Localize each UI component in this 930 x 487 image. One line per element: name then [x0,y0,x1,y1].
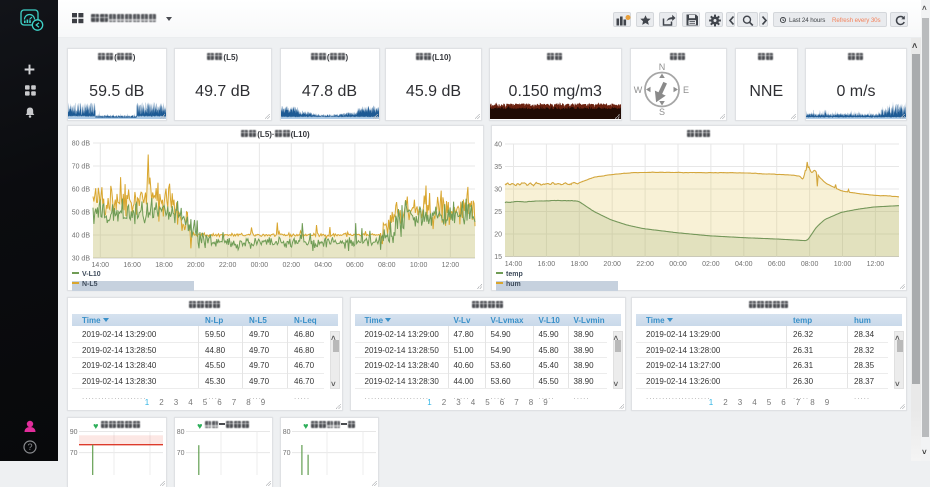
svg-text:18:00: 18:00 [571,261,589,268]
svg-text:00:00: 00:00 [669,261,687,268]
svg-text:12:00: 12:00 [442,262,460,269]
svg-text:16:00: 16:00 [123,262,141,269]
svg-text:06:00: 06:00 [768,261,786,268]
svg-text:10:00: 10:00 [410,262,428,269]
svg-text:80: 80 [176,429,184,436]
svg-text:12:00: 12:00 [867,261,885,268]
svg-text:18:00: 18:00 [155,262,173,269]
svg-text:16:00: 16:00 [538,261,556,268]
svg-text:30: 30 [494,187,502,194]
svg-text:N: N [658,62,665,72]
svg-text:06:00: 06:00 [346,262,364,269]
svg-text:02:00: 02:00 [702,261,720,268]
svg-text:50 dB: 50 dB [72,210,91,217]
svg-text:22:00: 22:00 [219,262,237,269]
svg-text:35: 35 [494,164,502,171]
svg-text:02:00: 02:00 [283,262,301,269]
svg-text:08:00: 08:00 [801,261,819,268]
svg-text:20: 20 [494,232,502,239]
svg-text:08:00: 08:00 [378,262,396,269]
svg-text:E: E [682,85,688,95]
svg-text:70: 70 [70,450,78,457]
svg-text:?: ? [27,442,32,452]
svg-text:14:00: 14:00 [505,261,523,268]
svg-text:80 dB: 80 dB [72,141,91,148]
svg-text:80: 80 [282,429,290,436]
svg-text:90: 90 [70,429,78,436]
svg-text:40: 40 [494,142,502,149]
svg-text:25: 25 [494,209,502,216]
svg-text:S: S [658,107,664,117]
svg-text:70: 70 [176,450,184,457]
svg-text:40 dB: 40 dB [72,233,91,240]
svg-text:30 dB: 30 dB [72,256,91,263]
svg-text:20:00: 20:00 [603,261,621,268]
svg-text:00:00: 00:00 [251,262,269,269]
svg-text:W: W [633,85,642,95]
svg-text:14:00: 14:00 [92,262,110,269]
svg-text:04:00: 04:00 [735,261,753,268]
svg-text:70 dB: 70 dB [72,164,91,171]
svg-text:15: 15 [494,254,502,261]
svg-text:60 dB: 60 dB [72,187,91,194]
svg-text:20:00: 20:00 [187,262,205,269]
svg-text:10:00: 10:00 [834,261,852,268]
svg-text:04:00: 04:00 [314,262,332,269]
svg-text:22:00: 22:00 [636,261,654,268]
svg-text:70: 70 [282,450,290,457]
